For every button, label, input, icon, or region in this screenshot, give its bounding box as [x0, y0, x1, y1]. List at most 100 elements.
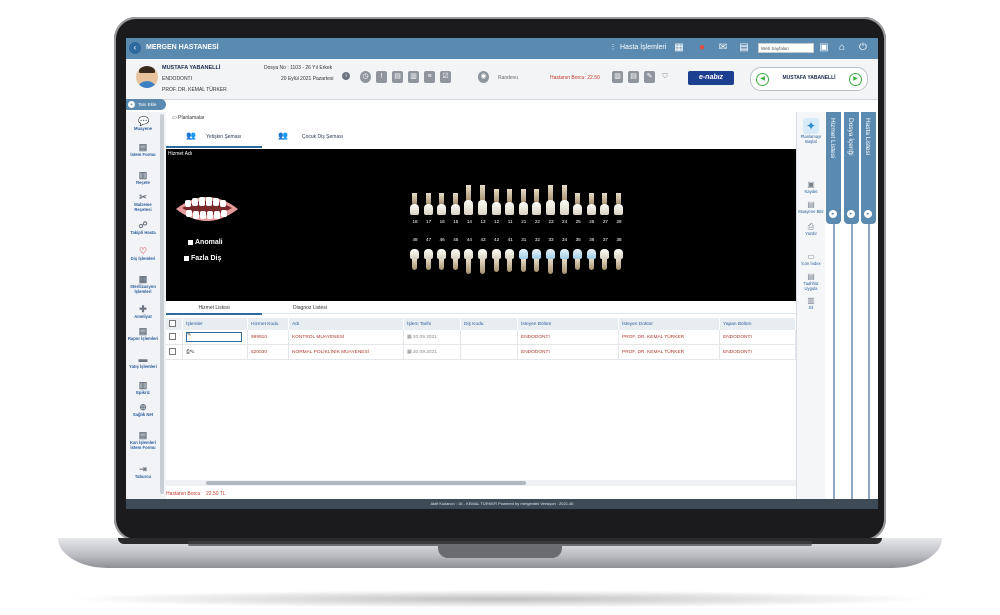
- column-header[interactable]: Yapan Bölüm: [719, 318, 796, 330]
- lower-tooth-number[interactable]: 41: [503, 237, 517, 242]
- list-icon[interactable]: ≡: [424, 71, 435, 83]
- anomali-checkbox[interactable]: [188, 239, 193, 245]
- previous-patient-icon[interactable]: ◀: [756, 73, 769, 86]
- lower-tooth[interactable]: [505, 249, 515, 259]
- lower-tooth-number[interactable]: 36: [585, 237, 599, 242]
- sidebar-item-epikriz[interactable]: ▥ Epikriz: [126, 380, 160, 396]
- warning-icon[interactable]: !: [376, 71, 387, 83]
- upper-tooth-number[interactable]: 25: [571, 219, 585, 224]
- stats-icon[interactable]: ▤: [738, 42, 750, 54]
- lower-tooth[interactable]: [532, 249, 542, 259]
- row-checkbox[interactable]: [169, 347, 176, 355]
- lower-tooth-number[interactable]: 45: [449, 237, 463, 242]
- start-planning-button[interactable]: ✦ Planlamayı Başlat: [797, 118, 825, 144]
- upper-tooth-number[interactable]: 27: [598, 219, 612, 224]
- tab-hizmet-listesi[interactable]: Hizmet Listesi: [166, 303, 262, 315]
- lower-tooth[interactable]: [437, 249, 447, 259]
- upper-tooth[interactable]: [450, 204, 460, 215]
- horizontal-scrollbar[interactable]: [166, 480, 796, 486]
- row-select-cell[interactable]: [166, 330, 183, 345]
- sidebar-item-sterilizasyon[interactable]: ▦ Sterilizasyon İşlemleri: [126, 274, 160, 294]
- location-icon[interactable]: ◉: [478, 71, 489, 83]
- building-icon[interactable]: ▥: [612, 71, 623, 83]
- column-header[interactable]: Adı: [288, 318, 404, 330]
- column-header[interactable]: Diş Kodu: [460, 318, 518, 330]
- upper-tooth[interactable]: [546, 200, 555, 215]
- calendar-icon[interactable]: ▦: [673, 42, 685, 54]
- upper-tooth-number[interactable]: 12: [490, 219, 504, 224]
- upper-tooth-number[interactable]: 13: [476, 219, 490, 224]
- sidebar-item-dis[interactable]: ♡ Diş İşlemleri: [126, 246, 160, 262]
- upper-tooth[interactable]: [410, 204, 419, 215]
- shield-icon[interactable]: ⛉: [661, 71, 669, 83]
- lower-tooth[interactable]: [546, 249, 555, 259]
- upper-tooth[interactable]: [586, 204, 596, 215]
- document-icon[interactable]: ▤: [392, 71, 403, 83]
- lower-tooth[interactable]: [573, 249, 583, 259]
- back-icon[interactable]: ‹: [129, 42, 141, 54]
- fazla-dis-checkbox[interactable]: [184, 255, 189, 261]
- upper-tooth-number[interactable]: 18: [408, 219, 422, 224]
- sidebar-item-saglik-net[interactable]: ⊕ Sağlık Net: [126, 402, 160, 418]
- sidebar-item-istem-formu[interactable]: ▤ İstem Formu: [126, 142, 160, 158]
- upper-tooth[interactable]: [478, 200, 487, 215]
- icon-index-button[interactable]: ▭ İcon İndex: [797, 252, 825, 267]
- vertical-tab-hizmet-listesi[interactable]: Hizmet Listesi ▸: [826, 112, 841, 224]
- row-actions-cell[interactable]: ⎙✎: [182, 344, 248, 360]
- select-all-checkbox[interactable]: [169, 319, 176, 327]
- lower-tooth-number[interactable]: 33: [544, 237, 558, 242]
- add-diagnosis-button[interactable]: + Tanı Ekle: [126, 99, 166, 110]
- commitment-button[interactable]: ▤ Taahhüt Uygula: [797, 272, 825, 291]
- upper-tooth-number[interactable]: 26: [585, 219, 599, 224]
- upper-tooth-number[interactable]: 17: [422, 219, 436, 224]
- upper-tooth[interactable]: [423, 204, 433, 215]
- lower-tooth[interactable]: [559, 249, 569, 259]
- lower-tooth-number[interactable]: 42: [490, 237, 504, 242]
- lower-tooth-number[interactable]: 48: [408, 237, 422, 242]
- column-header[interactable]: İsteyen Bölüm: [517, 318, 619, 330]
- upper-tooth-number[interactable]: 16: [435, 219, 449, 224]
- lower-tooth[interactable]: [518, 249, 528, 259]
- row-actions-cell[interactable]: ✎: [182, 330, 248, 345]
- upper-tooth-number[interactable]: 14: [462, 219, 476, 224]
- sidebar-item-yatis[interactable]: ▬ Yatış İşlemleri: [126, 354, 160, 370]
- upper-tooth[interactable]: [532, 202, 542, 215]
- web-pages-select[interactable]: Web Sayfaları: [758, 43, 814, 53]
- row-checkbox[interactable]: [169, 332, 176, 340]
- clock-icon[interactable]: ◷: [360, 71, 371, 83]
- info-icon[interactable]: i: [342, 72, 350, 80]
- scrollbar-thumb[interactable]: [206, 481, 526, 485]
- upper-tooth[interactable]: [491, 202, 501, 215]
- row-select-cell[interactable]: [166, 344, 183, 360]
- sidebar-item-kan[interactable]: ▤ Kan İşlemleri İstem Formu: [126, 430, 160, 450]
- tab-adult-chart[interactable]: 👥 Yetişkin Şeması: [166, 126, 262, 148]
- lower-tooth-number[interactable]: 37: [598, 237, 612, 242]
- lower-tooth[interactable]: [450, 249, 460, 259]
- legend-anomali[interactable]: Anomali: [188, 239, 223, 246]
- upper-tooth[interactable]: [518, 202, 528, 215]
- sidebar-item-takipli[interactable]: ☍ Takipli Hasta: [126, 220, 160, 236]
- mail-icon[interactable]: ✉: [717, 42, 729, 54]
- tab-diagnoz-listesi[interactable]: Diagnoz Listesi: [262, 303, 358, 313]
- edit-icon[interactable]: ✎: [186, 332, 242, 342]
- select-all-header[interactable]: [166, 318, 183, 330]
- lower-tooth-number[interactable]: 34: [558, 237, 572, 242]
- grid-icon[interactable]: ▣: [818, 42, 830, 54]
- checklist-icon[interactable]: ☑: [440, 71, 451, 83]
- column-header[interactable]: İşlem Tarihi: [403, 318, 461, 330]
- hasta-islemleri-menu[interactable]: Hasta İşlemleri: [620, 44, 666, 51]
- edit-document-icon[interactable]: ✎: [644, 71, 655, 83]
- sidebar-item-recete[interactable]: ▥ Reçete: [126, 170, 160, 186]
- delete-button[interactable]: ▥ Sil: [797, 296, 825, 311]
- upper-tooth-number[interactable]: 22: [530, 219, 544, 224]
- upper-tooth[interactable]: [437, 204, 447, 215]
- lower-tooth[interactable]: [586, 249, 596, 259]
- sidebar-item-malzeme[interactable]: ✂ Malzeme Reçetesi: [126, 192, 160, 212]
- lower-tooth-number[interactable]: 44: [462, 237, 476, 242]
- upper-tooth[interactable]: [505, 202, 515, 215]
- upper-tooth[interactable]: [614, 204, 623, 215]
- lower-tooth-number[interactable]: 35: [571, 237, 585, 242]
- alert-user-icon[interactable]: ●: [696, 42, 708, 54]
- lower-tooth[interactable]: [410, 249, 419, 259]
- finish-exam-button[interactable]: ▤ Muayene Bitir: [797, 200, 825, 215]
